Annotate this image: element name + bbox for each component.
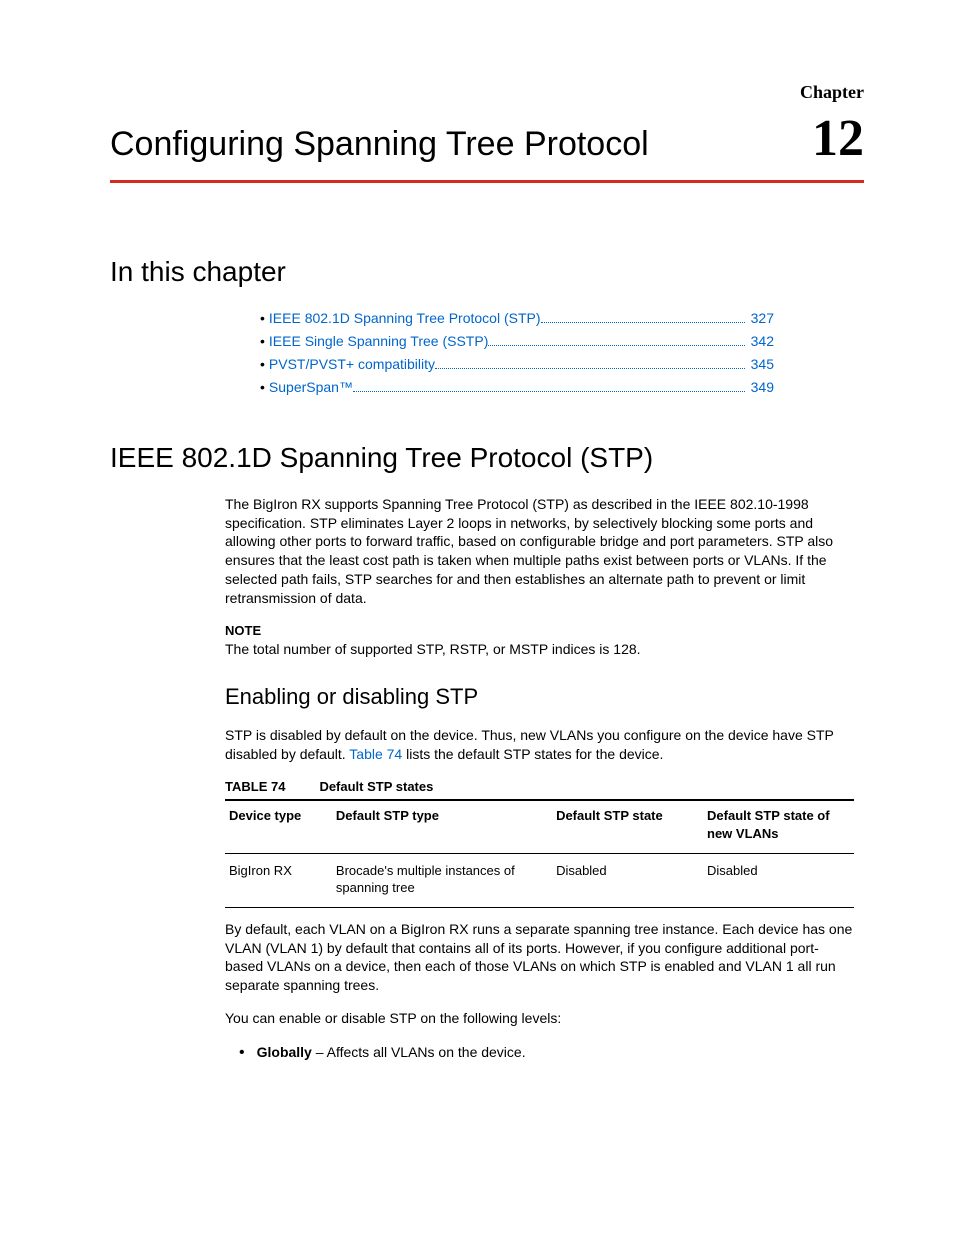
toc-item: • SuperSpan™ 349 (260, 378, 774, 397)
toc-link-pvst[interactable]: PVST/PVST+ compatibility (269, 355, 435, 374)
enable-paragraph: STP is disabled by default on the device… (225, 726, 854, 764)
enable-text-post: lists the default STP states for the dev… (402, 746, 663, 762)
td-default-stp-state-new-vlans: Disabled (703, 853, 854, 907)
in-this-chapter-heading: In this chapter (110, 253, 864, 291)
table-title: Default STP states (319, 779, 433, 794)
bullet-desc: – Affects all VLANs on the device. (312, 1044, 526, 1060)
table-74-link[interactable]: Table 74 (349, 746, 402, 762)
note-text: The total number of supported STP, RSTP,… (225, 640, 854, 659)
th-default-stp-state-new-vlans: Default STP state of new VLANs (703, 800, 854, 853)
bullet-icon: • (260, 332, 265, 351)
toc: • IEEE 802.1D Spanning Tree Protocol (ST… (260, 309, 774, 397)
note-label: NOTE (225, 622, 854, 640)
chapter-label: Chapter (110, 80, 864, 104)
levels-list: Globally – Affects all VLANs on the devi… (239, 1042, 854, 1064)
table-row: BigIron RX Brocade's multiple instances … (225, 853, 854, 907)
header-rule (110, 180, 864, 183)
stp-intro-paragraph: The BigIron RX supports Spanning Tree Pr… (225, 495, 854, 608)
th-default-stp-state: Default STP state (552, 800, 703, 853)
list-item: Globally – Affects all VLANs on the devi… (239, 1042, 854, 1064)
levels-intro-paragraph: You can enable or disable STP on the fol… (225, 1009, 854, 1028)
default-stp-states-table: Device type Default STP type Default STP… (225, 799, 854, 907)
th-default-stp-type: Default STP type (332, 800, 552, 853)
bullet-icon: • (260, 355, 265, 374)
toc-page: 342 (751, 332, 774, 351)
td-default-stp-state: Disabled (552, 853, 703, 907)
td-default-stp-type: Brocade's multiple instances of spanning… (332, 853, 552, 907)
td-device-type: BigIron RX (225, 853, 332, 907)
table-header-row: Device type Default STP type Default STP… (225, 800, 854, 853)
toc-page: 327 (751, 309, 774, 328)
bullet-icon: • (260, 309, 265, 328)
toc-page: 345 (751, 355, 774, 374)
toc-link-stp[interactable]: IEEE 802.1D Spanning Tree Protocol (STP) (269, 309, 541, 328)
chapter-number: 12 (812, 104, 864, 174)
toc-link-sstp[interactable]: IEEE Single Spanning Tree (SSTP) (269, 332, 488, 351)
toc-leader (488, 345, 744, 346)
chapter-header: Configuring Spanning Tree Protocol 12 (110, 104, 864, 174)
chapter-title: Configuring Spanning Tree Protocol (110, 122, 649, 168)
enabling-stp-heading: Enabling or disabling STP (225, 682, 854, 712)
toc-item: • IEEE Single Spanning Tree (SSTP) 342 (260, 332, 774, 351)
toc-leader (541, 322, 745, 323)
toc-link-superspan[interactable]: SuperSpan™ (269, 378, 353, 397)
table-number: TABLE 74 (225, 779, 285, 794)
bullet-icon: • (260, 378, 265, 397)
toc-leader (353, 391, 745, 392)
toc-page: 349 (751, 378, 774, 397)
bullet-term: Globally (257, 1044, 312, 1060)
th-device-type: Device type (225, 800, 332, 853)
table-caption: TABLE 74 Default STP states (225, 778, 854, 796)
toc-leader (435, 368, 745, 369)
toc-item: • PVST/PVST+ compatibility 345 (260, 355, 774, 374)
ieee-stp-heading: IEEE 802.1D Spanning Tree Protocol (STP) (110, 439, 864, 477)
toc-item: • IEEE 802.1D Spanning Tree Protocol (ST… (260, 309, 774, 328)
after-table-paragraph: By default, each VLAN on a BigIron RX ru… (225, 920, 854, 996)
